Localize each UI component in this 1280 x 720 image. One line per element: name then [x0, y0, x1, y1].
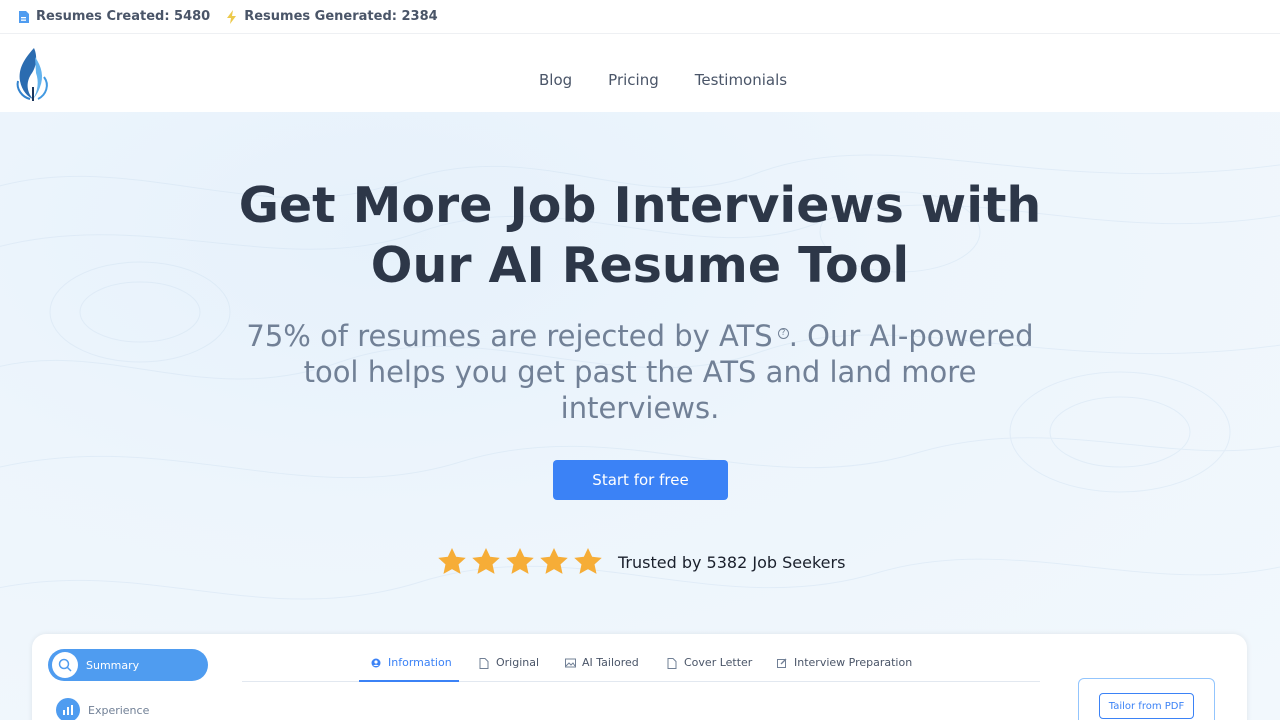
site-header: Blog Pricing Testimonials — [0, 35, 1280, 112]
flame-pen-logo-icon — [16, 48, 48, 101]
resumes-created-text: Resumes Created: 5480 — [36, 9, 211, 24]
site-logo[interactable] — [14, 47, 52, 103]
sidebar-item-experience-label: Experience — [88, 703, 150, 717]
tab-ai-tailored[interactable]: AI Tailored — [565, 656, 639, 682]
hero-title-line1: Get More Job Interviews with — [238, 177, 1042, 234]
bar-chart-icon — [56, 698, 80, 720]
lightning-icon — [226, 9, 238, 24]
rating-row: Trusted by 5382 Job Seekers — [436, 546, 845, 578]
resumes-generated-text: Resumes Generated: 2384 — [244, 9, 438, 24]
stats-bar: Resumes Created: 5480 Resumes Generated:… — [0, 0, 1280, 34]
sidebar-item-experience[interactable]: Experience — [56, 698, 149, 720]
search-icon — [52, 652, 78, 678]
tab-information[interactable]: Information — [359, 656, 459, 682]
edit-icon — [777, 658, 787, 669]
tab-ai-tailored-label: AI Tailored — [582, 656, 639, 669]
main-nav: Blog Pricing Testimonials — [539, 71, 823, 89]
hero-title: Get More Job Interviews with Our AI Resu… — [0, 176, 1280, 296]
tab-cover-letter-label: Cover Letter — [684, 656, 753, 669]
hero-subtitle-part1: 75% of resumes are rejected by ATS — [246, 319, 773, 353]
tab-information-label: Information — [388, 656, 452, 669]
app-preview-card: Summary Experience Information Original — [32, 634, 1247, 720]
file-icon — [479, 658, 489, 669]
resumes-generated-stat: Resumes Generated: 2384 — [226, 9, 438, 24]
document-icon — [18, 10, 30, 24]
tailor-panel: Tailor from PDF — [1078, 678, 1215, 720]
star-icon — [574, 548, 602, 574]
hero-title-line2: Our AI Resume Tool — [370, 237, 910, 294]
ats-help-icon[interactable]: ? — [777, 327, 789, 339]
tab-original[interactable]: Original — [479, 656, 539, 682]
tab-original-label: Original — [496, 656, 540, 669]
nav-pricing-link[interactable]: Pricing — [608, 71, 659, 89]
tab-interview-preparation-label: Interview Preparation — [794, 656, 913, 669]
nav-testimonials-link[interactable]: Testimonials — [695, 71, 787, 89]
star-icon — [506, 548, 534, 574]
tab-interview-preparation[interactable]: Interview Preparation — [777, 656, 912, 682]
file-icon — [667, 658, 677, 669]
preview-tabs: Information Original AI Tailored Cover L… — [242, 656, 1040, 682]
start-for-free-button[interactable]: Start for free — [553, 460, 728, 500]
trusted-by-text: Trusted by 5382 Job Seekers — [618, 552, 846, 572]
tailor-from-pdf-button[interactable]: Tailor from PDF — [1099, 693, 1194, 719]
star-icon — [472, 548, 500, 574]
star-icon — [540, 548, 568, 574]
hero-section: Get More Job Interviews with Our AI Resu… — [0, 112, 1280, 720]
sidebar-item-summary[interactable]: Summary — [48, 649, 208, 681]
hero-subtitle: 75% of resumes are rejected by ATS?. Our… — [220, 318, 1060, 426]
tab-cover-letter[interactable]: Cover Letter — [667, 656, 752, 682]
image-icon — [565, 658, 576, 669]
user-circle-icon — [371, 658, 381, 669]
star-icon — [438, 548, 466, 574]
star-rating — [436, 546, 606, 578]
nav-blog-link[interactable]: Blog — [539, 71, 572, 89]
resumes-created-stat: Resumes Created: 5480 — [18, 9, 210, 24]
sidebar-item-summary-label: Summary — [86, 658, 140, 672]
